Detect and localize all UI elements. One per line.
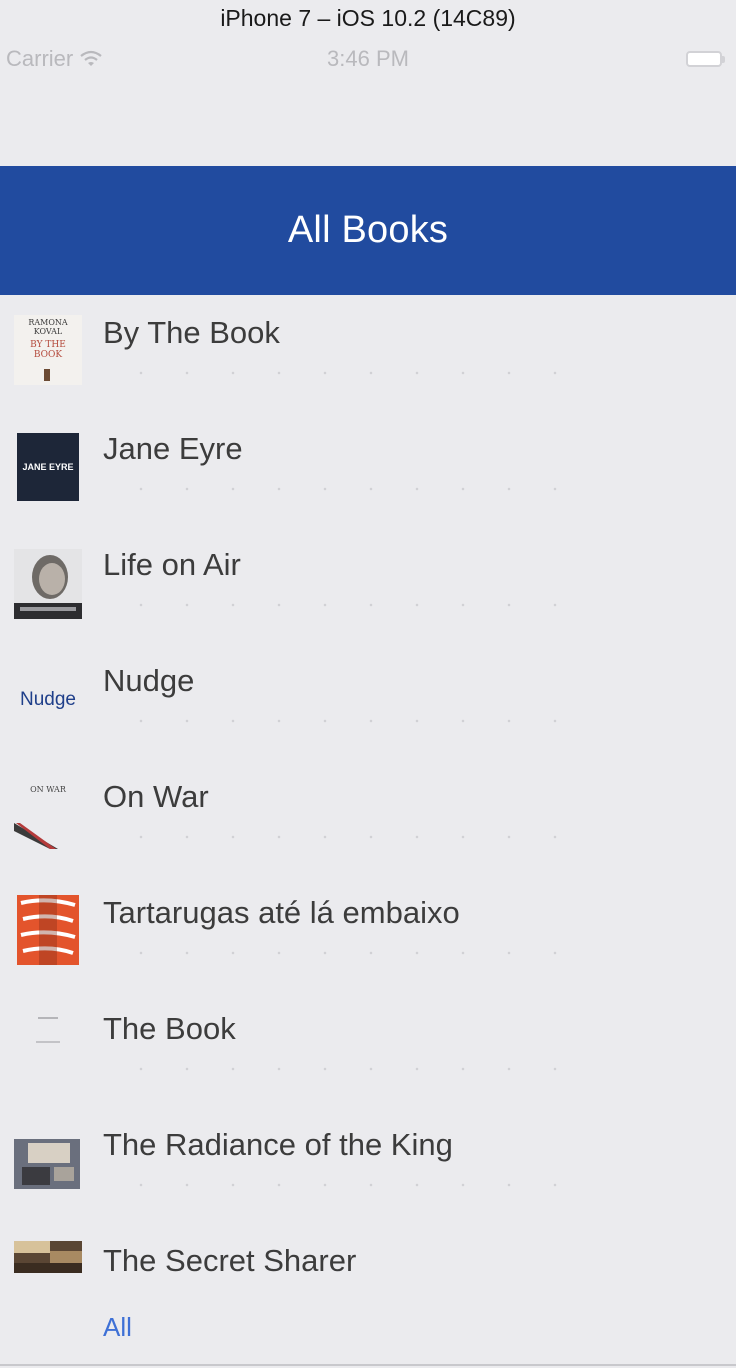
book-row-by-the-book[interactable]: RAMONA KOVAL BY THE BOOK By The Book (0, 295, 736, 411)
simulator-title-text: iPhone 7 – iOS 10.2 (14C89) (220, 4, 516, 31)
svg-text:BY THE: BY THE (30, 340, 66, 350)
svg-text:KOVAL: KOVAL (34, 327, 63, 336)
book-row-jane-eyre[interactable]: JANE EYRE Jane Eyre (0, 411, 736, 527)
book-subtitle-placeholder (118, 951, 598, 955)
book-subtitle-placeholder (118, 603, 598, 607)
book-subtitle-placeholder (118, 371, 598, 375)
book-row-life-on-air[interactable]: Life on Air (0, 527, 736, 643)
svg-text:BOOK: BOOK (34, 350, 63, 360)
cover-text: Nudge (20, 689, 76, 710)
book-title: The Radiance of the King (103, 1127, 453, 1162)
book-title: The Secret Sharer (103, 1243, 357, 1278)
book-cover: ON WAR (14, 779, 82, 849)
book-row-tartarugas[interactable]: Tartarugas até lá embaixo (0, 875, 736, 991)
book-subtitle-placeholder (118, 835, 598, 839)
status-time: 3:46 PM (327, 46, 409, 71)
book-subtitle-placeholder (118, 487, 598, 491)
book-row-nudge[interactable]: Nudge Nudge (0, 643, 736, 759)
navigation-bar: All Books (0, 166, 736, 295)
svg-text:RAMONA: RAMONA (28, 318, 68, 327)
book-cover (17, 895, 79, 965)
book-cover: Nudge (14, 665, 82, 735)
bottom-divider (0, 1364, 736, 1366)
book-title: Life on Air (103, 547, 241, 582)
book-title: Jane Eyre (103, 431, 243, 466)
book-cover: RAMONA KOVAL BY THE BOOK (14, 315, 82, 385)
cover-text: ON WAR (30, 785, 67, 794)
book-subtitle-placeholder (118, 1183, 598, 1187)
filter-all-link[interactable]: All (103, 1312, 132, 1343)
book-title: Nudge (103, 663, 195, 698)
status-bar: Carrier 3:46 PM (0, 40, 736, 78)
book-cover (14, 1241, 82, 1273)
cover-text: JANE EYRE (22, 462, 74, 472)
page-title: All Books (287, 209, 449, 251)
book-cover (14, 1127, 82, 1197)
book-row-the-radiance-of-the-king[interactable]: The Radiance of the King (0, 1107, 736, 1223)
book-cover: JANE EYRE (17, 433, 79, 501)
book-subtitle-placeholder (118, 719, 598, 723)
book-title: On War (103, 779, 209, 814)
book-title: The Book (103, 1011, 236, 1046)
book-row-the-book[interactable]: The Book (0, 991, 736, 1107)
simulator-window-title: iPhone 7 – iOS 10.2 (14C89) (0, 0, 736, 36)
book-cover (14, 1011, 82, 1081)
book-cover (14, 549, 82, 619)
book-row-on-war[interactable]: ON WAR On War (0, 759, 736, 875)
book-title: Tartarugas até lá embaixo (103, 895, 460, 930)
battery-icon (686, 50, 728, 68)
book-subtitle-placeholder (118, 1067, 598, 1071)
app-screen: iPhone 7 – iOS 10.2 (14C89) Carrier 3:46… (0, 0, 736, 1368)
book-title: By The Book (103, 315, 280, 350)
book-list: RAMONA KOVAL BY THE BOOK By The Book JAN… (0, 295, 736, 1339)
